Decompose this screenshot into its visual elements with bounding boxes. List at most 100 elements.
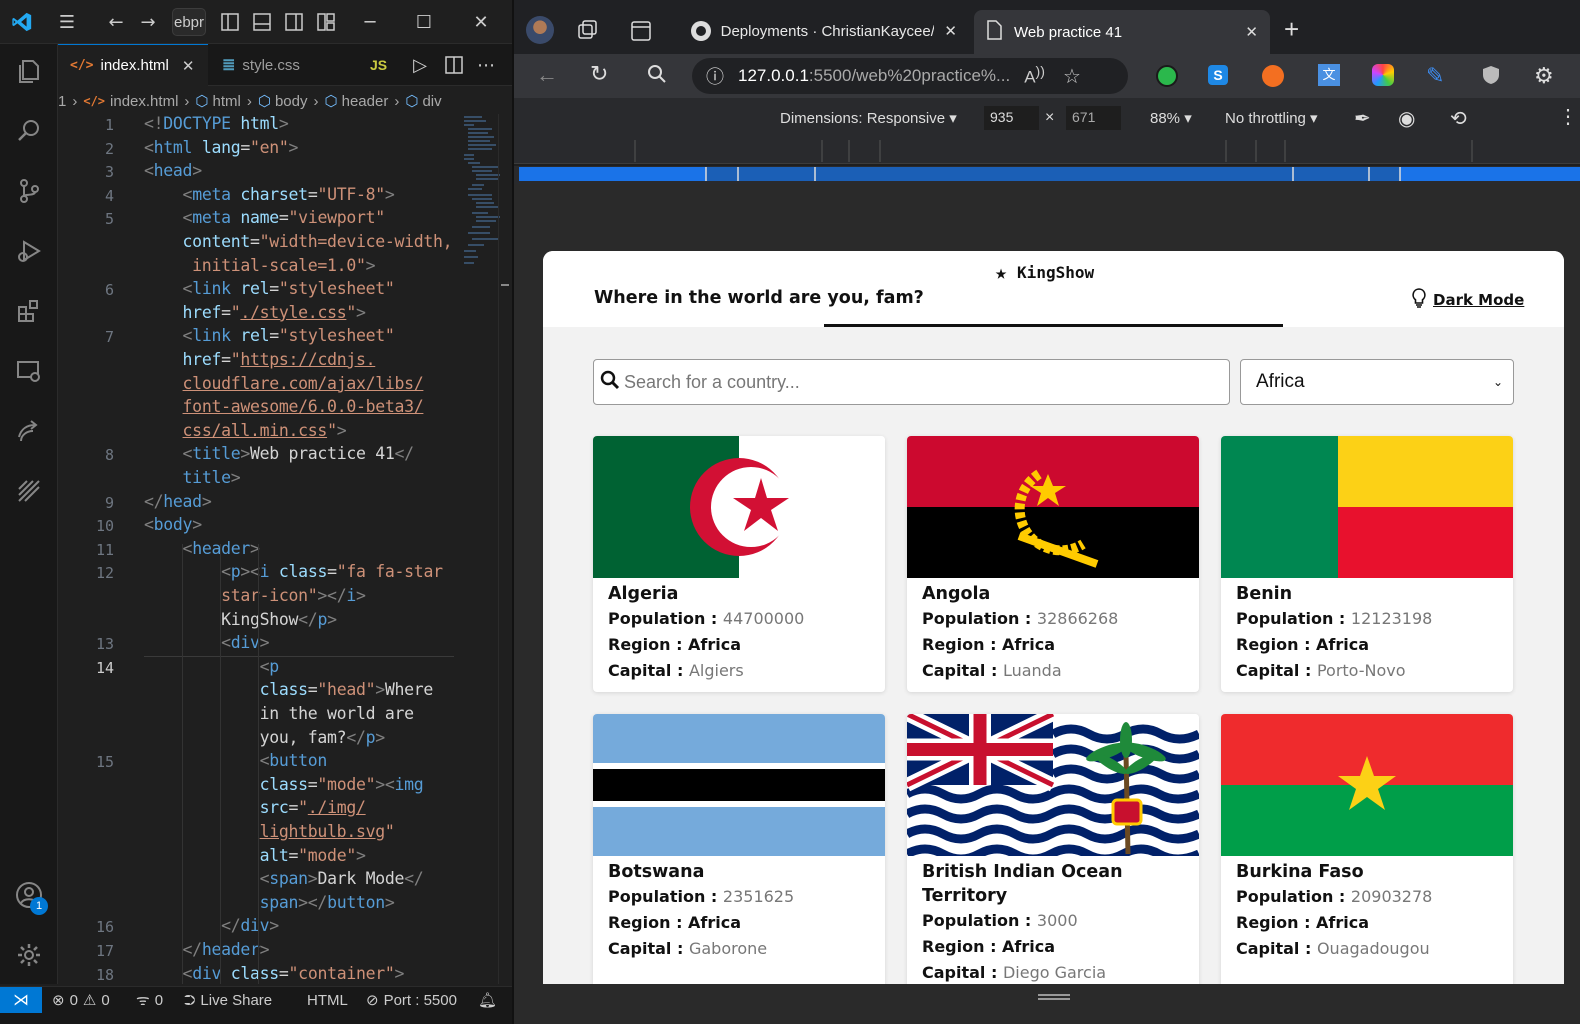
search-icon[interactable] (646, 63, 668, 90)
region-row: Region : Africa (1236, 913, 1370, 932)
code-line: <link rel="stylesheet" (182, 279, 395, 299)
code-editor[interactable]: 1 <!DOCTYPE html> 2 <html lang="en"> 3 <head>… (58, 114, 512, 984)
ports-indicator[interactable]: ᯤ0 (136, 987, 163, 1013)
country-card[interactable]: British Indian Ocean Territory Populatio… (907, 714, 1199, 984)
breadcrumb-item[interactable]: html (213, 93, 241, 110)
live-share-button[interactable]: ⮊ Live Share (184, 987, 272, 1013)
customize-layout-icon[interactable] (314, 10, 338, 34)
width-input[interactable]: 935 (984, 106, 1039, 130)
extensions-puzzle-icon[interactable]: ⚙ (1534, 63, 1554, 89)
minimap[interactable] (462, 114, 502, 274)
media-query-bar[interactable] (514, 166, 1580, 184)
close-window-icon[interactable]: ✕ (469, 10, 493, 34)
breadcrumb-item[interactable]: index.html (110, 93, 178, 110)
resize-handle-icon[interactable] (1038, 994, 1070, 1000)
breadcrumb-item[interactable]: header (342, 93, 389, 110)
code-line: KingShow</p> (144, 609, 337, 629)
dark-mode-button[interactable]: Dark Mode (1411, 287, 1524, 313)
vertical-tabs-icon[interactable] (630, 20, 652, 42)
tools-icon[interactable] (12, 474, 46, 508)
code-line: href="./style.css"> (182, 302, 366, 322)
country-card[interactable]: Burkina Faso Population : 20903278 Regio… (1221, 714, 1513, 984)
forward-arrow-icon[interactable]: → (136, 10, 160, 34)
country-card[interactable]: Botswana Population : 2351625 Region : A… (593, 714, 885, 984)
run-debug-icon[interactable] (12, 234, 46, 268)
close-tab-icon[interactable]: ✕ (182, 57, 195, 75)
web-page: ★ KingShow Where in the world are you, f… (543, 251, 1564, 984)
address-bar[interactable]: ⓘ 127.0.0.1:5500/web%20practice%... A)) … (692, 58, 1128, 94)
remote-indicator-icon[interactable]: ⋊ (0, 987, 42, 1013)
menu-icon[interactable]: ☰ (55, 10, 79, 34)
toggle-sidebar-icon[interactable] (218, 10, 242, 34)
more-actions-icon[interactable]: ⋯ (474, 53, 498, 77)
run-file-icon[interactable]: ▷ (408, 53, 432, 77)
url-host: 127.0.0.1 (738, 66, 809, 85)
indent-guide (182, 544, 183, 984)
extension-s-icon[interactable]: S (1208, 65, 1228, 85)
rotate-device-icon[interactable]: ⟲ (1450, 106, 1467, 131)
translate-icon[interactable]: 文 (1318, 64, 1340, 86)
close-tab-icon[interactable]: ✕ (944, 22, 957, 40)
country-card[interactable]: Algeria Population : 44700000 Region : A… (593, 436, 885, 692)
problems-indicator[interactable]: ⊗ 0 ⚠ 0 (52, 987, 110, 1013)
region-select[interactable]: Africa ⌄ (1240, 359, 1514, 405)
pen-extension-icon[interactable]: ✎ (1426, 63, 1444, 89)
extension-green-icon[interactable] (1156, 65, 1178, 87)
command-center-search[interactable]: ebpr (172, 8, 206, 36)
favorite-star-icon[interactable]: ☆ (1063, 64, 1081, 89)
remote-explorer-icon[interactable] (12, 354, 46, 388)
maximize-icon[interactable]: ☐ (412, 10, 436, 34)
throttling-dropdown[interactable]: No throttling ▾ (1225, 109, 1318, 127)
read-aloud-icon[interactable]: A)) (1024, 64, 1045, 88)
brand: ★ KingShow (995, 260, 1094, 284)
split-editor-icon[interactable] (442, 53, 466, 77)
back-arrow-icon[interactable]: ← (104, 10, 128, 34)
breadcrumb-item[interactable]: body (275, 93, 308, 110)
height-input[interactable]: 671 (1066, 106, 1121, 130)
live-server-port[interactable]: ⊘ Port : 5500 (366, 987, 457, 1013)
new-tab-icon[interactable]: + (1284, 14, 1299, 45)
dimensions-label: Dimensions: Responsive (780, 110, 946, 127)
workspaces-icon[interactable] (576, 18, 600, 42)
language-mode[interactable]: HTML (307, 987, 348, 1013)
extension-orange-icon[interactable] (1262, 65, 1284, 87)
vscode-title-bar: ☰ ← → ebpr ─ ☐ ✕ (0, 0, 512, 44)
tab-deployments[interactable]: Deployments · ChristianKaycee/S ✕ (679, 12, 969, 50)
editor-scrollbar[interactable] (498, 114, 510, 984)
explorer-icon[interactable] (12, 54, 46, 88)
breadcrumb-item[interactable]: 1 (58, 93, 66, 110)
shield-icon[interactable] (1480, 64, 1502, 86)
toggle-secondary-sidebar-icon[interactable] (282, 10, 306, 34)
search-icon[interactable] (12, 114, 46, 148)
minimize-icon[interactable]: ─ (358, 10, 382, 34)
profile-avatar[interactable] (526, 16, 554, 44)
dimensions-dropdown[interactable]: Dimensions: Responsive ▾ (780, 109, 957, 127)
close-tab-icon[interactable]: ✕ (1245, 23, 1258, 41)
toggle-panel-icon[interactable] (250, 10, 274, 34)
live-share-icon[interactable] (12, 414, 46, 448)
algeria-flag (593, 436, 885, 578)
refresh-icon[interactable]: ↻ (590, 61, 608, 87)
tab-style-css[interactable]: ≣ style.css (210, 44, 354, 86)
eyedropper-icon[interactable]: ✒ (1354, 106, 1371, 131)
code-line: <div> (221, 633, 270, 653)
breadcrumb-item[interactable]: div (422, 93, 441, 110)
country-card[interactable]: Benin Population : 12123198 Region : Afr… (1221, 436, 1513, 692)
country-card[interactable]: Angola Population : 32866268 Region : Af… (907, 436, 1199, 692)
element-icon: ⬡ (195, 93, 209, 110)
extensions-icon[interactable] (12, 294, 46, 328)
search-input[interactable]: Search for a country... (593, 359, 1230, 405)
settings-gear-icon[interactable] (12, 938, 46, 972)
tab-index-html[interactable]: </> index.html ✕ (58, 44, 208, 86)
zoom-dropdown[interactable]: 88% ▾ (1150, 109, 1192, 127)
github-icon (691, 21, 711, 41)
tab-js[interactable]: JS (358, 44, 404, 86)
color-picker-extension-icon[interactable] (1372, 64, 1394, 86)
eye-icon[interactable]: ◉ (1398, 106, 1415, 131)
warning-icon: ⚠ (82, 992, 97, 1009)
tab-web-practice[interactable]: Web practice 41 ✕ (974, 10, 1270, 54)
back-arrow-icon[interactable]: ← (536, 62, 558, 88)
more-options-icon[interactable]: ⋮ (1558, 104, 1578, 129)
notifications-bell-icon[interactable]: 🔔︎ (478, 987, 497, 1013)
source-control-icon[interactable] (12, 174, 46, 208)
